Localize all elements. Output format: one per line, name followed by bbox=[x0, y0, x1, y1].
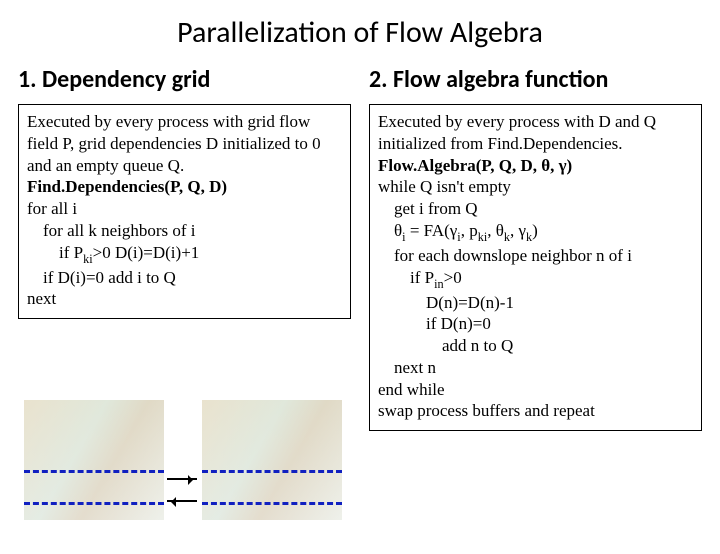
left-fn: Find.Dependencies(P, Q, D) bbox=[27, 177, 227, 196]
right-swap: swap process buffers and repeat bbox=[378, 401, 595, 420]
right-dn: D(n)=D(n)-1 bbox=[378, 292, 693, 314]
slide-title: Parallelization of Flow Algebra bbox=[0, 14, 720, 51]
right-heading: 2. Flow algebra function bbox=[369, 65, 702, 94]
right-for-n: for each downslope neighbor n of i bbox=[378, 245, 693, 267]
text: , p bbox=[461, 221, 478, 240]
right-add-n: add n to Q bbox=[378, 335, 693, 357]
dashed-line bbox=[24, 502, 164, 505]
right-if-dn: if D(n)=0 bbox=[378, 313, 693, 335]
subscript: ki bbox=[83, 252, 93, 266]
right-intro: Executed by every process with D and Q i… bbox=[378, 112, 656, 153]
left-intro: Executed by every process with grid flow… bbox=[27, 112, 321, 175]
right-fn: Flow.Algebra(P, Q, D, θ, γ) bbox=[378, 156, 572, 175]
left-box: Executed by every process with grid flow… bbox=[18, 104, 351, 319]
text: if P bbox=[59, 243, 83, 262]
text: >0 bbox=[444, 268, 462, 287]
text: θ bbox=[394, 221, 402, 240]
dashed-line bbox=[24, 470, 164, 473]
text: , θ bbox=[487, 221, 504, 240]
left-next: next bbox=[27, 289, 56, 308]
dashed-line bbox=[202, 470, 342, 473]
right-if-pin: if Pin>0 bbox=[378, 267, 693, 292]
left-if-p: if Pki>0 D(i)=D(i)+1 bbox=[27, 242, 342, 267]
text: , γ bbox=[510, 221, 526, 240]
right-column: 2. Flow algebra function Executed by eve… bbox=[369, 59, 702, 431]
map-diagram bbox=[24, 400, 354, 530]
columns: 1. Dependency grid Executed by every pro… bbox=[0, 59, 720, 431]
arrow-right-icon bbox=[167, 478, 197, 480]
right-end-while: end while bbox=[378, 380, 445, 399]
subscript: k bbox=[504, 230, 510, 244]
subscript: k bbox=[526, 230, 532, 244]
text: >0 D(i)=D(i)+1 bbox=[93, 243, 200, 262]
right-next-n: next n bbox=[378, 357, 693, 379]
subscript: i bbox=[457, 230, 460, 244]
subscript: in bbox=[434, 277, 444, 291]
text: = FA(γ bbox=[406, 221, 458, 240]
subscript: i bbox=[402, 230, 405, 244]
left-for-k: for all k neighbors of i bbox=[27, 220, 342, 242]
text: ) bbox=[532, 221, 538, 240]
left-for-i: for all i bbox=[27, 199, 77, 218]
right-while: while Q isn't empty bbox=[378, 177, 511, 196]
subscript: ki bbox=[478, 230, 488, 244]
left-heading: 1. Dependency grid bbox=[18, 65, 351, 94]
arrow-left-icon bbox=[167, 500, 197, 502]
right-theta-line: θi = FA(γi, pki, θk, γk) bbox=[378, 220, 693, 245]
right-get: get i from Q bbox=[378, 198, 693, 220]
left-if-d: if D(i)=0 add i to Q bbox=[27, 267, 342, 289]
left-column: 1. Dependency grid Executed by every pro… bbox=[18, 59, 351, 431]
dashed-line bbox=[202, 502, 342, 505]
right-box: Executed by every process with D and Q i… bbox=[369, 104, 702, 431]
text: if P bbox=[410, 268, 434, 287]
